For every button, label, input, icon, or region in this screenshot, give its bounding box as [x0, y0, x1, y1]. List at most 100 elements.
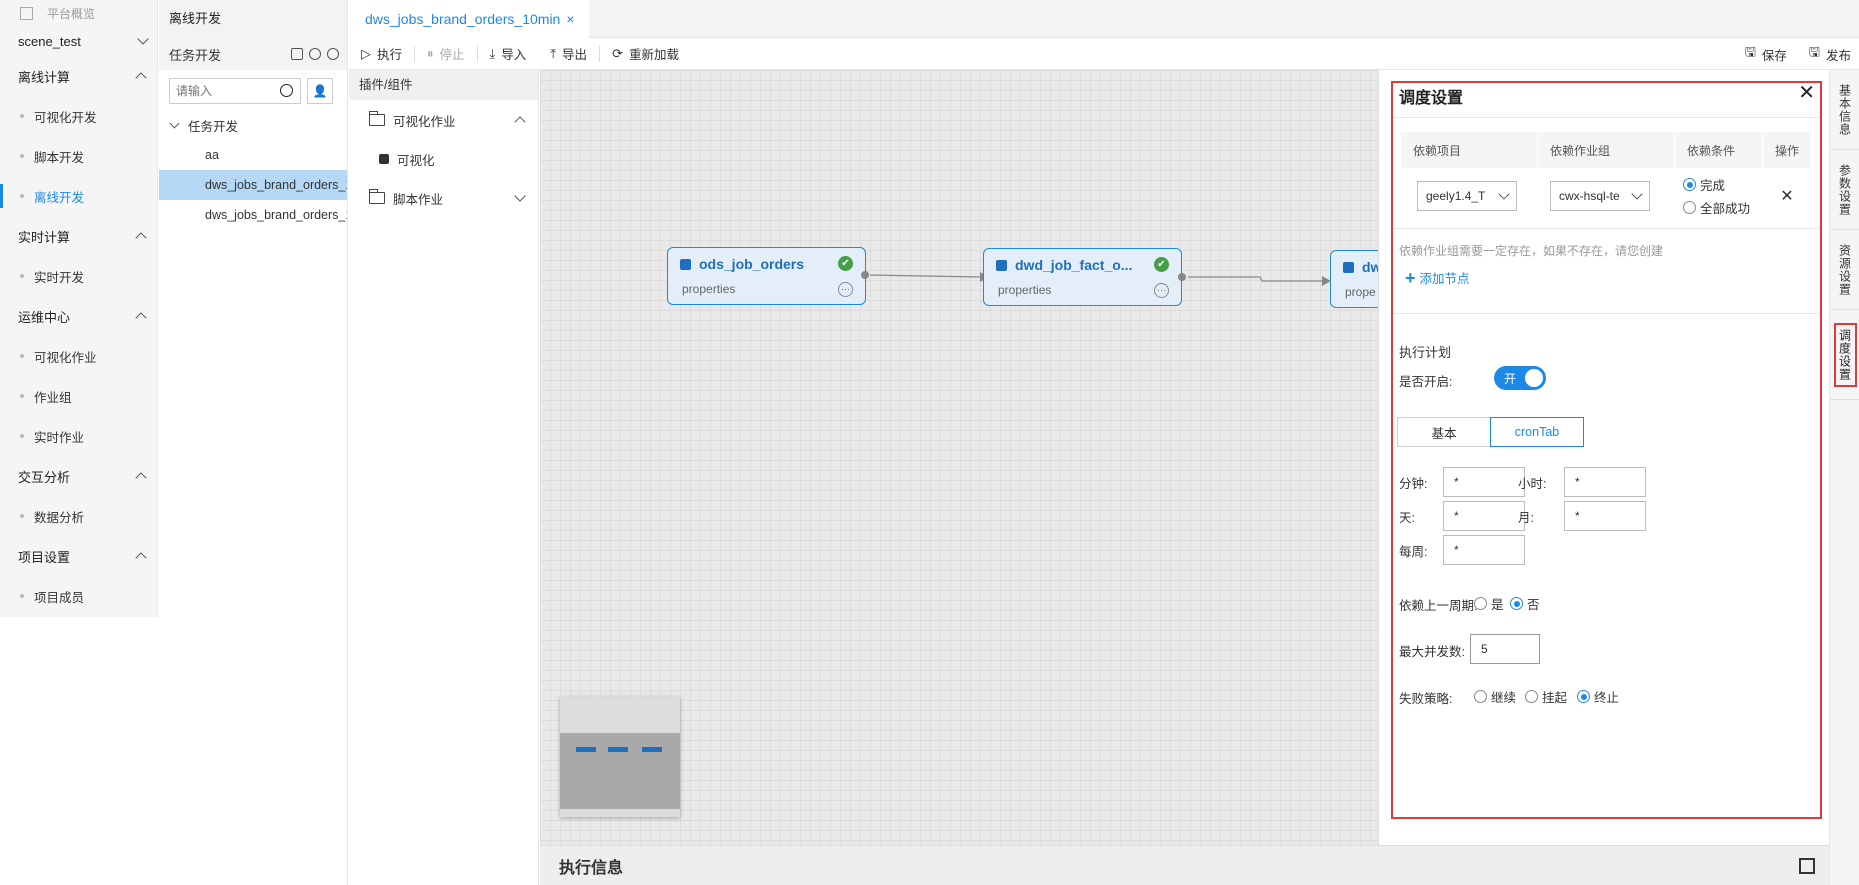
schedule-settings-panel: 调度设置 ✕ 依赖项目 依赖作业组 依赖条件 操作 geely1.4_T cwx… — [1378, 70, 1829, 845]
sidebar-item-script-dev[interactable]: 脚本开发 — [0, 136, 157, 176]
node-output-port[interactable] — [861, 271, 869, 279]
platform-overview-link[interactable]: 平台概览 — [0, 0, 157, 26]
tree-item[interactable]: dws_jobs_brand_orders_1h — [159, 200, 347, 230]
dependency-table: 依赖项目 依赖作业组 依赖条件 操作 geely1.4_T cwx-hsql-t… — [1401, 132, 1811, 224]
sync-icon[interactable] — [309, 48, 321, 60]
workflow-canvas[interactable]: ods_job_orders properties ✔ ··· dwd_job_… — [540, 70, 1378, 845]
month-label: 月: — [1518, 511, 1534, 525]
sidebar-item-data-analysis[interactable]: 数据分析 — [0, 496, 157, 536]
reload-button[interactable]: ⟳ 重新加载 — [612, 44, 691, 63]
condition-done-radio[interactable]: 完成 — [1683, 175, 1763, 194]
vtab-basic-info[interactable]: 基本信息 — [1830, 70, 1859, 150]
sidebar-section-ops[interactable]: 运维中心 — [0, 296, 157, 336]
node-output-port[interactable] — [1178, 273, 1186, 281]
radio-icon — [1525, 690, 1538, 703]
sidebar-item-project-members[interactable]: 项目成员 — [0, 576, 157, 616]
day-input[interactable]: * — [1443, 501, 1525, 531]
dependency-group-select[interactable]: cwx-hsql-te — [1550, 181, 1650, 211]
sidebar-section-realtime[interactable]: 实时计算 — [0, 216, 157, 256]
depend-previous-yes-radio[interactable]: 是 — [1474, 594, 1504, 613]
minute-input[interactable]: * — [1443, 467, 1525, 497]
condition-all-success-radio[interactable]: 全部成功 — [1683, 198, 1763, 217]
tab-close-icon[interactable]: × — [566, 11, 574, 27]
more-icon[interactable]: ··· — [1154, 283, 1169, 298]
maximize-icon[interactable] — [1799, 858, 1815, 874]
import-button[interactable]: ⤓ 导入 — [490, 44, 539, 63]
workflow-node-dws-partial[interactable]: dw prope — [1330, 250, 1378, 308]
sidebar-item-offline-dev[interactable]: 离线开发 — [0, 176, 157, 216]
workflow-node-ods-job-orders[interactable]: ods_job_orders properties ✔ ··· — [667, 247, 866, 305]
enabled-toggle[interactable]: 开 — [1494, 366, 1546, 390]
week-input[interactable]: * — [1443, 535, 1525, 565]
exec-info-panel[interactable]: 执行信息 — [540, 845, 1829, 885]
cube-icon — [680, 258, 691, 270]
add-node-label: 添加节点 — [1419, 272, 1470, 286]
save-button[interactable]: 🖫 保存 — [1745, 43, 1787, 65]
max-concurrency-input[interactable]: 5 — [1470, 634, 1540, 664]
radio-icon — [1683, 201, 1696, 214]
check-icon: ✔ — [1154, 257, 1169, 272]
tree-item[interactable]: aa — [159, 140, 347, 170]
canvas-minimap[interactable] — [560, 697, 680, 817]
fail-suspend-radio[interactable]: 挂起 — [1525, 687, 1567, 706]
month-input[interactable]: * — [1564, 501, 1646, 531]
plugin-group-script-jobs[interactable]: 脚本作业 — [349, 178, 538, 218]
workflow-node-dwd-job-fact[interactable]: dwd_job_fact_o... properties ✔ ··· — [983, 248, 1182, 306]
expand-arrow-icon — [169, 118, 180, 128]
tab-basic[interactable]: 基本 — [1397, 417, 1491, 447]
plugin-panel-header: 插件/组件 — [349, 70, 538, 100]
sidebar-section-interactive[interactable]: 交互分析 — [0, 456, 157, 496]
new-file-icon[interactable] — [291, 48, 303, 60]
sidebar-section-project-settings[interactable]: 项目设置 — [0, 536, 157, 576]
sidebar-item-visual-dev[interactable]: 可视化开发 — [0, 96, 157, 136]
plugin-panel: 插件/组件 可视化作业 可视化 脚本作业 — [349, 70, 539, 885]
minimap-viewport[interactable] — [560, 733, 680, 809]
tab-crontab[interactable]: cronTab — [1490, 417, 1584, 447]
more-icon[interactable]: ··· — [838, 282, 853, 297]
stop-button[interactable]: ⏸ 停止 — [427, 44, 477, 63]
cube-icon — [996, 259, 1007, 271]
export-button[interactable]: ⤒ 导出 — [550, 44, 599, 63]
dependency-project-select[interactable]: geely1.4_T — [1417, 181, 1517, 211]
search-icon[interactable] — [280, 84, 293, 97]
refresh-icon[interactable] — [327, 48, 339, 60]
sidebar-item-realtime-jobs[interactable]: 实时作业 — [0, 416, 157, 456]
vtab-schedule-settings[interactable]: 调度设置 — [1830, 310, 1859, 400]
sidebar-item-job-groups[interactable]: 作业组 — [0, 376, 157, 416]
radio-label: 继续 — [1491, 691, 1517, 705]
radio-label: 完成 — [1700, 179, 1726, 193]
tab-dws-jobs-brand-orders[interactable]: dws_jobs_brand_orders_10min × — [349, 0, 589, 38]
chevron-down-icon — [514, 190, 526, 202]
edge-dwd-to-dws — [1188, 276, 1322, 282]
plugin-group-visual-jobs[interactable]: 可视化作业 — [349, 100, 538, 140]
folder-icon — [368, 111, 385, 126]
plugin-item-visual[interactable]: 可视化 — [349, 140, 538, 178]
vtab-resource-settings[interactable]: 资源设置 — [1830, 230, 1859, 310]
fail-continue-radio[interactable]: 继续 — [1474, 687, 1516, 706]
left-sidebar: 平台概览 scene_test 离线计算 可视化开发 脚本开发 离线开发 实时计… — [0, 0, 158, 617]
sidebar-item-visual-jobs[interactable]: 可视化作业 — [0, 336, 157, 376]
tree-root-node[interactable]: 任务开发 — [159, 110, 347, 140]
tree-item-selected[interactable]: dws_jobs_brand_orders_10min — [159, 170, 347, 200]
project-selector[interactable]: scene_test — [0, 26, 157, 56]
minimap-node — [642, 747, 662, 752]
week-label: 每周: — [1399, 545, 1428, 559]
sidebar-item-label: 作业组 — [34, 390, 72, 405]
run-button[interactable]: ▷ 执行 — [361, 44, 414, 63]
user-filter-button[interactable]: 👤 — [307, 78, 333, 104]
hour-input[interactable]: * — [1564, 467, 1646, 497]
plugin-item-label: 可视化 — [397, 153, 435, 168]
publish-button[interactable]: 🖫 发布 — [1809, 43, 1851, 65]
dependency-table-header: 依赖项目 依赖作业组 依赖条件 操作 — [1401, 132, 1811, 168]
sidebar-item-realtime-dev[interactable]: 实时开发 — [0, 256, 157, 296]
fail-stop-radio[interactable]: 终止 — [1577, 687, 1619, 706]
depend-previous-no-radio[interactable]: 否 — [1510, 594, 1540, 613]
bullet-icon — [20, 154, 24, 158]
delete-dependency-icon[interactable]: ✕ — [1763, 186, 1811, 206]
sidebar-section-offline[interactable]: 离线计算 — [0, 56, 157, 96]
vtab-param-settings[interactable]: 参数设置 — [1830, 150, 1859, 230]
play-icon: ▷ — [361, 45, 371, 61]
add-node-button[interactable]: + 添加节点 — [1405, 268, 1470, 287]
divider — [1393, 117, 1819, 118]
close-icon[interactable]: ✕ — [1798, 80, 1815, 105]
